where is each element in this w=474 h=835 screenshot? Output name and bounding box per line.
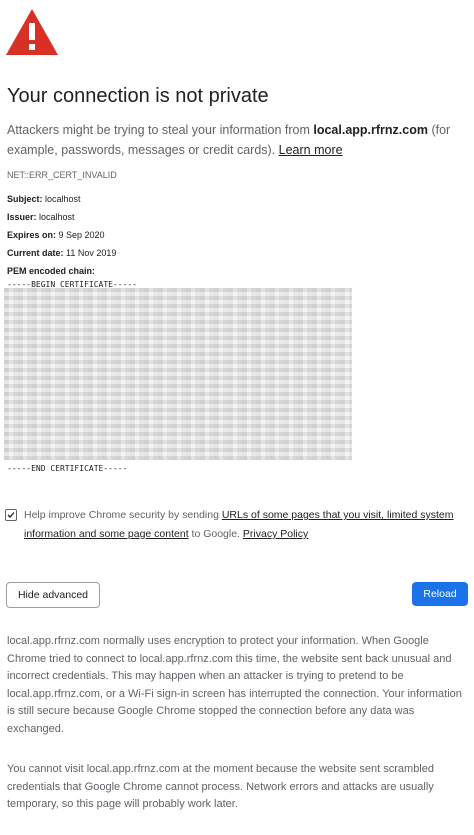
cert-redacted-block (4, 288, 352, 460)
cert-subject: Subject: localhost (7, 194, 81, 204)
cert-current-date: Current date: 11 Nov 2019 (7, 248, 116, 258)
intro-text-before: Attackers might be trying to steal your … (7, 123, 314, 137)
cert-issuer: Issuer: localhost (7, 212, 75, 222)
opt-in-label: Help improve Chrome security by sending … (24, 506, 464, 544)
cert-expires: Expires on: 9 Sep 2020 (7, 230, 105, 240)
cert-subject-value: localhost (42, 194, 81, 204)
cert-expires-label: Expires on: (7, 230, 57, 240)
cert-issuer-label: Issuer: (7, 212, 37, 222)
privacy-policy-link[interactable]: Privacy Policy (243, 528, 308, 540)
cert-issuer-value: localhost (36, 212, 75, 222)
error-code: NET::ERR_CERT_INVALID (7, 170, 117, 180)
cert-pem-label-text: PEM encoded chain: (7, 266, 96, 276)
opt-in-text-before: Help improve Chrome security by sending (24, 509, 222, 521)
intro-text: Attackers might be trying to steal your … (7, 120, 469, 160)
page-title: Your connection is not private (7, 85, 269, 107)
cert-pem-label: PEM encoded chain: (7, 266, 95, 276)
details-paragraph-2: You cannot visit local.app.rfrnz.com at … (7, 763, 434, 811)
cert-current-label: Current date: (7, 248, 64, 258)
interstitial-page: Your connection is not private Attackers… (0, 0, 474, 835)
hide-advanced-button[interactable]: Hide advanced (6, 582, 100, 608)
cert-end-marker: -----END CERTIFICATE----- (7, 464, 128, 473)
cert-current-value: 11 Nov 2019 (63, 248, 117, 258)
checkmark-icon (7, 512, 15, 518)
cert-expires-value: 9 Sep 2020 (56, 230, 105, 240)
details-paragraph-1: local.app.rfrnz.com normally uses encryp… (7, 635, 462, 735)
warning-triangle-icon (6, 9, 58, 55)
intro-domain: local.app.rfrnz.com (313, 123, 428, 137)
opt-in-text-middle: to Google. (188, 528, 243, 540)
reload-button[interactable]: Reload (412, 582, 468, 606)
cert-subject-label: Subject: (7, 194, 43, 204)
learn-more-link[interactable]: Learn more (279, 143, 343, 157)
opt-in-checkbox[interactable] (5, 509, 17, 521)
